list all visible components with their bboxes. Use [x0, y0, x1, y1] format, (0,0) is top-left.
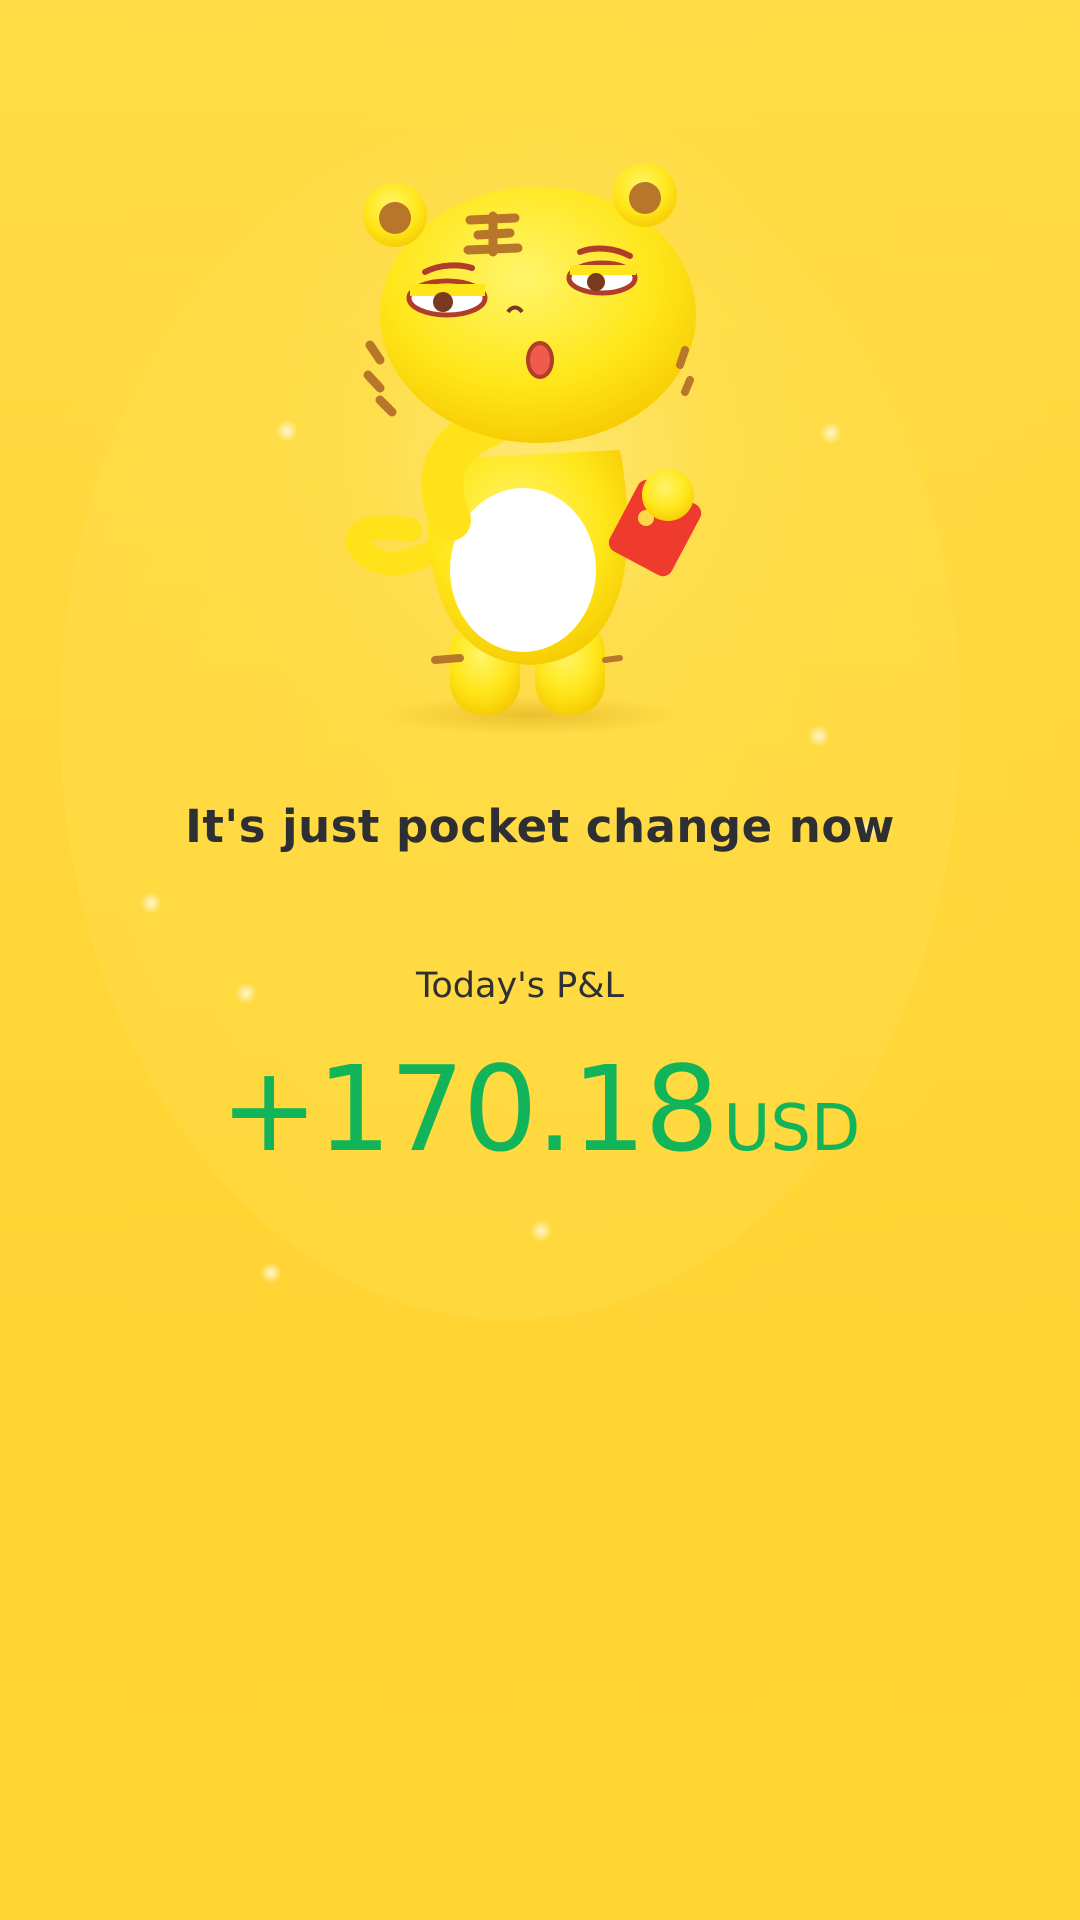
pnl-currency: USD: [723, 1092, 861, 1166]
tiger-mascot-illustration: [345, 163, 702, 735]
headline-text: It's just pocket change now: [185, 800, 895, 853]
sparkle: [140, 892, 162, 914]
sparkle: [820, 422, 842, 444]
sparkle: [530, 1220, 552, 1242]
sparkle: [808, 725, 830, 747]
pnl-value: +170.18USD: [0, 1040, 1080, 1178]
sparkle: [260, 1262, 282, 1284]
pnl-label: Today's P&L: [415, 966, 625, 1006]
sparkle: [276, 420, 298, 442]
pnl-amount: +170.18: [219, 1040, 720, 1178]
